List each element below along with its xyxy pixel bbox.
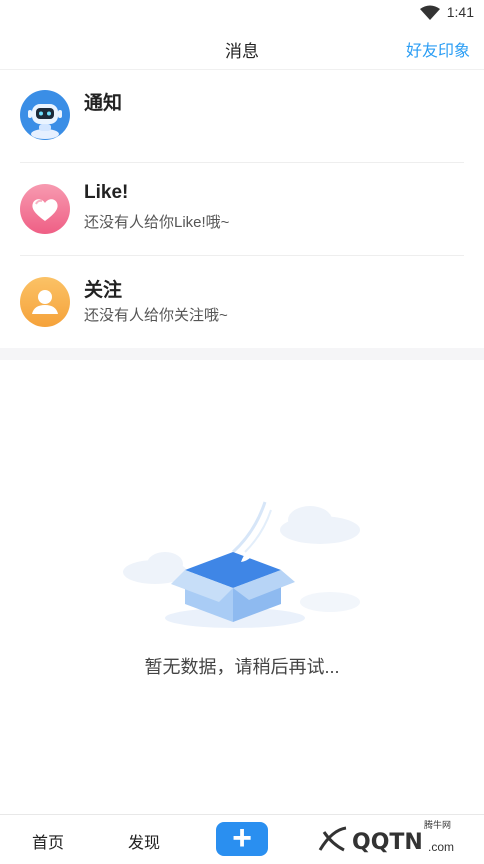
follow-desc: 还没有人给你关注哦~ bbox=[84, 307, 228, 324]
list-item-notice[interactable]: 通知 bbox=[0, 70, 484, 163]
bottom-nav: 首页 发现 + QQTN .com 腾牛网 bbox=[0, 814, 484, 864]
empty-state-text: 暂无数据，请稍后再试... bbox=[144, 657, 340, 677]
list-item-like[interactable]: Like! 还没有人给你Like!哦~ bbox=[0, 163, 484, 256]
heart-icon bbox=[20, 184, 70, 234]
watermark-logo-icon bbox=[318, 826, 347, 852]
friend-impression-link[interactable]: 好友印象 bbox=[406, 37, 470, 61]
section-divider bbox=[0, 348, 484, 360]
watermark-small: 腾牛网 bbox=[424, 820, 452, 830]
robot-avatar-icon bbox=[20, 90, 70, 140]
empty-box-icon bbox=[123, 501, 360, 628]
status-bar: 1:41 bbox=[0, 0, 484, 26]
person-icon bbox=[20, 277, 70, 327]
list-item-follow[interactable]: 关注 还没有人给你关注哦~ bbox=[0, 256, 484, 348]
watermark: QQTN .com 腾牛网 bbox=[308, 820, 478, 860]
plus-icon: + bbox=[232, 819, 252, 857]
follow-title: 关注 bbox=[84, 280, 123, 301]
like-desc: 还没有人给你Like!哦~ bbox=[84, 214, 230, 231]
notice-title: 通知 bbox=[84, 93, 123, 114]
nav-discover[interactable]: 发现 bbox=[128, 829, 160, 853]
nav-home[interactable]: 首页 bbox=[32, 829, 64, 853]
status-time: 1:41 bbox=[446, 4, 474, 20]
like-title: Like! bbox=[84, 182, 129, 203]
watermark-suffix: .com bbox=[428, 840, 455, 854]
wifi-icon bbox=[420, 5, 440, 20]
watermark-text: QQTN bbox=[352, 830, 423, 855]
header: 消息 好友印象 bbox=[0, 26, 484, 70]
add-button[interactable]: + bbox=[216, 819, 268, 857]
